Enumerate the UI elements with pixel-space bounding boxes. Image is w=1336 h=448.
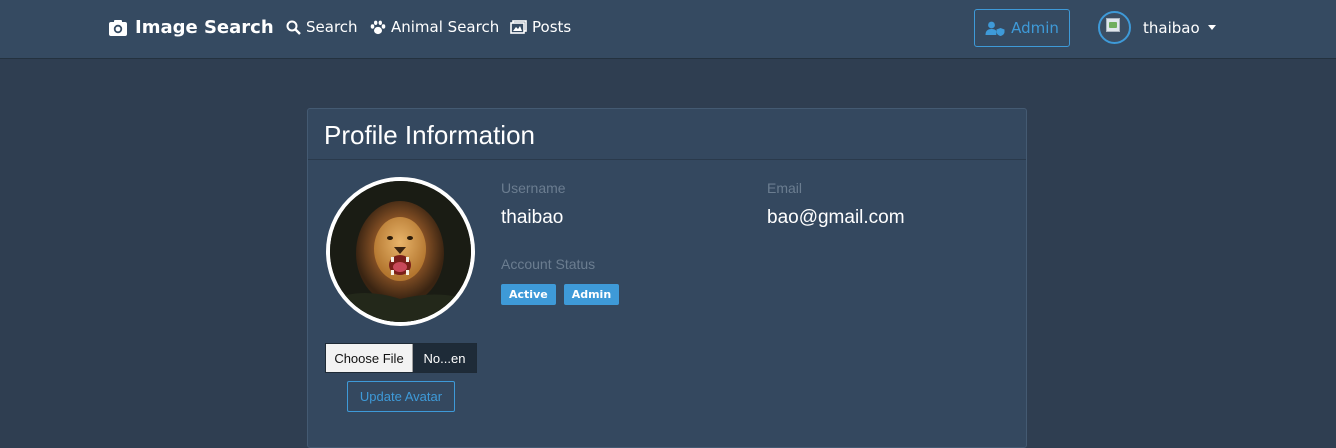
status-badge-admin: Admin [563,284,620,305]
search-icon [286,20,301,35]
email-value: bao@gmail.com [767,207,905,228]
status-badges: Active Admin [501,284,620,305]
user-shield-icon [985,21,1005,36]
username-label: Username [501,180,566,196]
admin-button[interactable]: Admin [974,9,1070,47]
card-title: Profile Information [308,109,1026,160]
paw-icon [370,20,386,34]
username-value: thaibao [501,207,564,228]
nav-search-label: Search [306,18,358,36]
nav-search[interactable]: Search [286,18,358,36]
lion-image [330,181,471,322]
choose-file-button[interactable]: Choose File [326,344,413,372]
profile-card: Profile Information Choose File No...en … [307,108,1027,448]
brand-title: Image Search [135,17,274,38]
status-badge-active: Active [501,284,556,305]
account-status-label: Account Status [501,256,596,272]
profile-avatar [326,177,475,326]
avatar-file-input[interactable]: Choose File No...en [325,343,477,373]
update-avatar-button[interactable]: Update Avatar [347,381,455,412]
email-label: Email [767,180,803,196]
user-menu[interactable]: thaibao [1098,11,1216,44]
images-icon [510,20,527,34]
brand-link[interactable]: Image Search [108,17,274,38]
nav-posts-label: Posts [532,18,572,36]
admin-button-label: Admin [1011,19,1059,37]
navbar: Image Search Search Animal Search Posts [0,0,1336,59]
camera-icon [109,19,127,36]
nav-posts[interactable]: Posts [510,18,571,36]
user-menu-name: thaibao [1143,18,1200,37]
broken-image-icon [1106,18,1120,32]
file-name-label: No...en [413,344,476,372]
avatar [1098,11,1131,44]
nav-animal-search[interactable]: Animal Search [370,18,499,36]
caret-down-icon [1207,25,1216,30]
nav-animal-label: Animal Search [391,18,500,36]
